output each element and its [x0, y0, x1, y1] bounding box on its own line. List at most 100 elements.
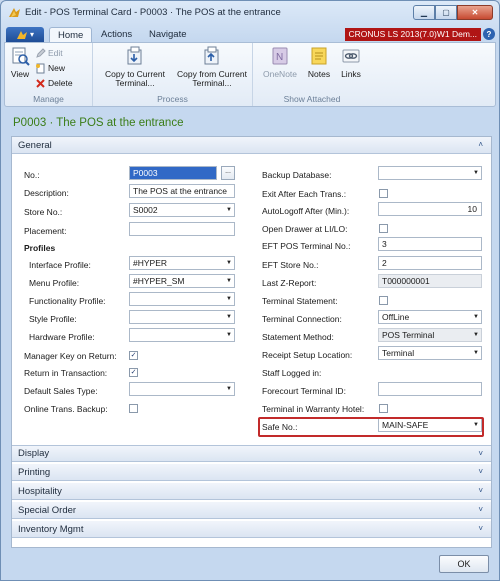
- no-assist-button[interactable]: ...: [221, 166, 235, 180]
- check-icon: ✓: [130, 369, 137, 376]
- ok-button[interactable]: OK: [439, 555, 489, 573]
- expand-chevron-icon[interactable]: ˅: [478, 486, 483, 495]
- fasttab-general-header[interactable]: General ˄: [12, 137, 491, 154]
- online-trans-backup-checkbox[interactable]: [129, 404, 138, 413]
- fasttab-printing-header[interactable]: Printing ˅: [12, 464, 491, 481]
- application-menu-button[interactable]: ▾: [6, 27, 44, 42]
- store-no-label: Store No.:: [24, 207, 63, 217]
- dropdown-arrow-icon: ▼: [226, 278, 232, 284]
- warranty-hotel-label: Terminal in Warranty Hotel:: [262, 404, 365, 414]
- exit-after-each-label: Exit After Each Trans.:: [262, 189, 347, 199]
- terminal-statement-checkbox[interactable]: [379, 296, 388, 305]
- style-profile-dropdown[interactable]: ▼: [129, 310, 235, 324]
- no-label: No.:: [24, 170, 40, 180]
- new-button[interactable]: New: [35, 62, 65, 74]
- dynamics-app-icon: [9, 8, 20, 17]
- links-button[interactable]: Links: [337, 46, 365, 79]
- copy-to-current-terminal-button[interactable]: Copy to Current Terminal...: [99, 46, 171, 88]
- fasttab-general-title: General: [18, 139, 52, 151]
- default-sales-type-dropdown[interactable]: ▼: [129, 382, 235, 396]
- menu-profile-dropdown[interactable]: #HYPER_SM ▼: [129, 274, 235, 288]
- online-trans-backup-label: Online Trans. Backup:: [24, 404, 108, 414]
- edit-button[interactable]: Edit: [35, 47, 63, 59]
- pos-terminal-card-window: Edit - POS Terminal Card - P0003 · The P…: [0, 0, 500, 581]
- copy-from-current-terminal-button[interactable]: Copy from Current Terminal...: [175, 46, 249, 88]
- notes-button[interactable]: Notes: [305, 46, 333, 79]
- hardware-profile-dropdown[interactable]: ▼: [129, 328, 235, 342]
- style-profile-label: Style Profile:: [29, 314, 77, 324]
- statement-method-label: Statement Method:: [262, 332, 334, 342]
- receipt-setup-location-dropdown[interactable]: Terminal ▼: [378, 346, 482, 360]
- functionality-profile-label: Functionality Profile:: [29, 296, 106, 306]
- expand-chevron-icon[interactable]: ˅: [478, 524, 483, 533]
- menu-profile-label: Menu Profile:: [29, 278, 80, 288]
- interface-profile-dropdown[interactable]: #HYPER ▼: [129, 256, 235, 270]
- terminal-statement-label: Terminal Statement:: [262, 296, 338, 306]
- fasttab-special-order-title: Special Order: [18, 504, 77, 516]
- terminal-connection-dropdown[interactable]: OffLine ▼: [378, 310, 482, 324]
- fasttab-general-body: No.: P0003 ... Description: The POS at t…: [12, 154, 491, 445]
- copy-to-label: Copy to Current Terminal...: [105, 69, 165, 88]
- fasttab-display-title: Display: [18, 448, 50, 459]
- no-field[interactable]: P0003: [129, 166, 217, 180]
- ribbon-group-manage: View Edit New Delete Manage: [5, 43, 93, 106]
- fasttab-inventory-mgmt-header[interactable]: Inventory Mgmt ˅: [12, 521, 491, 538]
- fasttab-special-order-header[interactable]: Special Order ˅: [12, 502, 491, 519]
- staff-logged-in-label: Staff Logged in:: [262, 368, 322, 378]
- expand-chevron-icon[interactable]: ˅: [478, 449, 483, 458]
- tab-actions[interactable]: Actions: [93, 27, 140, 43]
- eft-pos-terminal-label: EFT POS Terminal No.:: [262, 241, 351, 251]
- ribbon-group-show-attached: N OneNote Notes Links Show Attached: [253, 43, 371, 106]
- last-z-report-label: Last Z-Report:: [262, 278, 317, 288]
- eft-pos-terminal-field[interactable]: 3: [378, 237, 482, 251]
- safe-no-highlight-box: [258, 417, 484, 437]
- last-z-report-field: T000000001: [378, 274, 482, 288]
- expand-chevron-icon[interactable]: ˅: [478, 467, 483, 476]
- open-drawer-checkbox[interactable]: [379, 224, 388, 233]
- close-button[interactable]: ✕: [457, 5, 493, 20]
- dropdown-arrow-icon: ▼: [226, 296, 232, 302]
- tab-navigate[interactable]: Navigate: [141, 27, 195, 43]
- store-no-value: S0002: [133, 205, 158, 215]
- profiles-heading: Profiles: [24, 243, 56, 253]
- return-in-transaction-checkbox[interactable]: ✓: [129, 368, 138, 377]
- exit-after-each-checkbox[interactable]: [379, 189, 388, 198]
- description-field[interactable]: The POS at the entrance: [129, 184, 235, 198]
- delete-button[interactable]: Delete: [35, 77, 73, 89]
- dropdown-arrow-icon: ▼: [473, 332, 479, 338]
- expand-chevron-icon[interactable]: ˅: [478, 505, 483, 514]
- tab-home[interactable]: Home: [49, 27, 93, 43]
- ribbon-tabs: ▾ Home Actions Navigate CRONUS LS 2013(7…: [1, 25, 499, 43]
- statement-method-dropdown[interactable]: POS Terminal ▼: [378, 328, 482, 342]
- show-attached-group-label: Show Attached: [283, 94, 341, 104]
- backup-database-dropdown[interactable]: ▼: [378, 166, 482, 180]
- interface-profile-label: Interface Profile:: [29, 260, 91, 270]
- maximize-button[interactable]: ▢: [435, 5, 457, 20]
- functionality-profile-dropdown[interactable]: ▼: [129, 292, 235, 306]
- autologoff-field[interactable]: 10: [378, 202, 482, 216]
- onenote-button[interactable]: N OneNote: [259, 46, 301, 79]
- app-menu-arrow: ▾: [29, 30, 34, 39]
- manager-key-checkbox[interactable]: ✓: [129, 351, 138, 360]
- backup-database-label: Backup Database:: [262, 170, 332, 180]
- copy-to-terminal-icon: [127, 46, 142, 65]
- receipt-setup-location-label: Receipt Setup Location:: [262, 350, 353, 360]
- pencil-icon: [36, 47, 46, 58]
- help-icon[interactable]: ?: [483, 28, 495, 40]
- copy-from-label: Copy from Current Terminal...: [177, 69, 247, 88]
- return-in-transaction-label: Return in Transaction:: [24, 368, 108, 378]
- card-title: P0003 · The POS at the entrance: [13, 117, 184, 129]
- warranty-hotel-checkbox[interactable]: [379, 404, 388, 413]
- placement-field[interactable]: [129, 222, 235, 236]
- company-name-badge[interactable]: CRONUS LS 2013(7.0)W1 Dem...: [344, 28, 481, 41]
- delete-x-icon: [36, 78, 45, 88]
- view-button[interactable]: View: [9, 46, 31, 79]
- fasttab-display-header[interactable]: Display ˅: [12, 445, 491, 462]
- eft-store-field[interactable]: 2: [378, 256, 482, 270]
- forecourt-terminal-field[interactable]: [378, 382, 482, 396]
- links-icon: [342, 49, 360, 63]
- minimize-button[interactable]: ▁: [413, 5, 435, 20]
- fasttab-hospitality-header[interactable]: Hospitality ˅: [12, 483, 491, 500]
- collapse-chevron-icon[interactable]: ˄: [478, 140, 483, 149]
- store-no-dropdown[interactable]: S0002 ▼: [129, 203, 235, 217]
